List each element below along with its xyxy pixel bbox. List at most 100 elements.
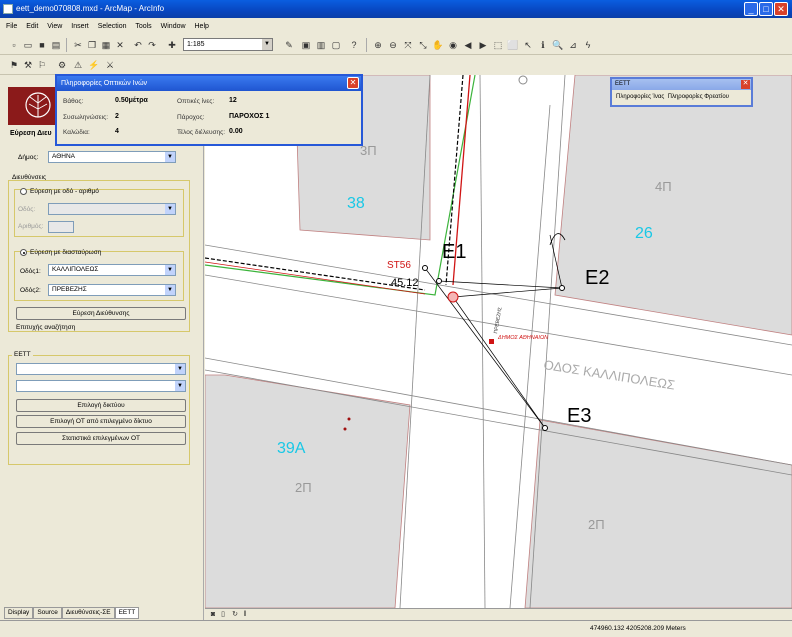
maximize-button[interactable]: □ [759, 2, 773, 16]
zoom-out-icon[interactable]: ⊖ [387, 39, 399, 51]
radio-crossroad[interactable] [20, 249, 27, 256]
pan-icon[interactable]: ✋ [432, 39, 444, 51]
dimos-select[interactable]: ΑΘΗΝΑ ▼ [48, 151, 176, 163]
tool5-icon[interactable]: ⚠ [72, 59, 84, 71]
block-label-26: 26 [635, 225, 653, 242]
popup-title: Πληροφορίες Οπτικών Ινών [61, 80, 148, 87]
success-text: Επιτυχής αναζήτηση [16, 324, 76, 331]
eett-close-icon[interactable]: ✕ [741, 80, 750, 89]
title-bar: eett_demo070808.mxd - ArcMap - ArcInfo _… [0, 0, 792, 18]
ot-stats-button[interactable]: Στατιστικά επιλεγμένων ΟΤ [16, 432, 186, 445]
undo-icon[interactable]: ↶ [132, 39, 144, 51]
tool1-icon[interactable]: ⚑ [8, 59, 20, 71]
field-value-fee: 0.00 [229, 128, 243, 135]
editor-icon[interactable]: ✎ [283, 39, 295, 51]
menu-file[interactable]: File [6, 23, 17, 30]
map-canvas[interactable] [205, 75, 792, 608]
node-label-e3: Ε3 [567, 405, 592, 427]
identify-icon[interactable]: ℹ [537, 39, 549, 51]
chevron-down-icon: ▼ [175, 381, 185, 391]
tab-display[interactable]: Display [4, 607, 34, 619]
radio-street-number[interactable] [20, 188, 27, 195]
minimize-button[interactable]: _ [744, 2, 758, 16]
tool4-icon[interactable]: ⚙ [56, 59, 68, 71]
clear-selection-icon[interactable]: ⬜ [507, 39, 519, 51]
find-icon[interactable]: 🔍 [552, 39, 564, 51]
full-extent-icon[interactable]: ◉ [447, 39, 459, 51]
tab-source[interactable]: Source [33, 607, 62, 619]
odos1-value: ΚΑΛΛΙΠΟΛΕΩΣ [52, 266, 99, 273]
delete-icon[interactable]: ✕ [114, 39, 126, 51]
fiber-info-button[interactable]: Πληροφορίες Ίνας [616, 94, 664, 100]
manhole-info-button[interactable]: Πληροφορίες Φρεατίου [668, 94, 729, 100]
menu-tools[interactable]: Tools [135, 23, 151, 30]
redo-icon[interactable]: ↷ [146, 39, 158, 51]
hyperlink-icon[interactable]: ϟ [582, 39, 594, 51]
app-icon [3, 4, 13, 14]
map-view[interactable]: 38 3Π 26 4Π 39Α 2Π 2Π Ε1 Ε2 Ε3 ΟΔΟΣ ΚΑΛΛ… [205, 75, 792, 608]
cut-icon[interactable]: ✂ [72, 39, 84, 51]
back-icon[interactable]: ◀ [462, 39, 474, 51]
add-data-icon[interactable]: ✚ [166, 39, 178, 51]
fixed-zoom-out-icon[interactable]: ⤡ [417, 39, 429, 51]
tab-eett[interactable]: ΕΕΤΤ [114, 607, 140, 619]
tool6-icon[interactable]: ⚡ [88, 59, 100, 71]
forward-icon[interactable]: ▶ [477, 39, 489, 51]
field-label-cables: Καλώδια: [63, 129, 90, 136]
zoom-in-icon[interactable]: ⊕ [372, 39, 384, 51]
odos2-value: ΠΡΕΒΕΖΗΣ [52, 286, 87, 293]
odos1-select[interactable]: ΚΑΛΛΙΠΟΛΕΩΣ ▼ [48, 264, 176, 276]
menu-window[interactable]: Window [161, 23, 186, 30]
tool2-icon[interactable]: ⚒ [22, 59, 34, 71]
coordinates-readout: 474960.132 4205208.209 Meters [590, 625, 686, 632]
tool3-icon[interactable]: ⚐ [36, 59, 48, 71]
layout-icon[interactable]: ▢ [330, 39, 342, 51]
odos-select[interactable]: ▼ [48, 203, 176, 215]
block-label-38: 38 [347, 195, 365, 212]
odos1-label: Οδός1: [20, 268, 41, 275]
tool7-icon[interactable]: ⚔ [104, 59, 116, 71]
arctoolbox-icon[interactable]: ▣ [300, 39, 312, 51]
catalog-icon[interactable]: ▥ [315, 39, 327, 51]
copy-icon[interactable]: ❐ [86, 39, 98, 51]
select-elements-icon[interactable]: ↖ [522, 39, 534, 51]
menu-view[interactable]: View [47, 23, 62, 30]
eett-window-header: ΕΕΤΤ ✕ [612, 79, 751, 90]
find-heading: Εύρεση Διευ [10, 130, 52, 137]
menu-help[interactable]: Help [195, 23, 209, 30]
node-label-e1: Ε1 [442, 241, 467, 263]
arithmos-input[interactable] [48, 221, 74, 233]
print-icon[interactable]: ▤ [50, 39, 62, 51]
find-address-button[interactable]: Εύρεση Διεύθυνσης [16, 307, 186, 320]
close-button[interactable]: ✕ [774, 2, 788, 16]
tab-addresses[interactable]: Διευθύνσεις-ΣΕ [61, 607, 115, 619]
select-network-button[interactable]: Επιλογή δικτύου [16, 399, 186, 412]
chevron-down-icon: ▼ [165, 285, 175, 295]
fiber-info-popup: Πληροφορίες Οπτικών Ινών ✕ Βάθος: 0.50μέτ… [55, 74, 363, 146]
block-label-2p-left: 2Π [295, 480, 312, 495]
eett-select-1[interactable]: ▼ [16, 363, 186, 375]
measure-icon[interactable]: ⊿ [567, 39, 579, 51]
status-bar: 474960.132 4205208.209 Meters [0, 620, 792, 637]
save-icon[interactable]: ■ [36, 39, 48, 51]
scale-combo[interactable]: 1:185 ▼ [183, 38, 273, 51]
paste-icon[interactable]: ▦ [100, 39, 112, 51]
select-features-icon[interactable]: ⬚ [492, 39, 504, 51]
menu-edit[interactable]: Edit [26, 23, 38, 30]
chevron-down-icon: ▼ [175, 364, 185, 374]
window-title: eett_demo070808.mxd - ArcMap - ArcInfo [16, 4, 165, 13]
distance-label: 45.12 [391, 277, 419, 289]
fixed-zoom-in-icon[interactable]: ⤧ [402, 39, 414, 51]
field-label-provider: Πάροχος: [177, 114, 205, 121]
select-ot-button[interactable]: Επιλογή ΟΤ από επιλεγμένο δίκτυο [16, 415, 186, 428]
help-icon[interactable]: ? [348, 39, 360, 51]
node-label-e2: Ε2 [585, 267, 610, 289]
radio-crossroad-label: Εύρεση με διασταύρωση [30, 249, 102, 256]
odos2-select[interactable]: ΠΡΕΒΕΖΗΣ ▼ [48, 284, 176, 296]
eett-select-2[interactable]: ▼ [16, 380, 186, 392]
menu-selection[interactable]: Selection [98, 23, 127, 30]
open-icon[interactable]: ▭ [22, 39, 34, 51]
new-icon[interactable]: ▫ [8, 39, 20, 51]
menu-insert[interactable]: Insert [71, 23, 89, 30]
popup-close-icon[interactable]: ✕ [347, 77, 359, 89]
